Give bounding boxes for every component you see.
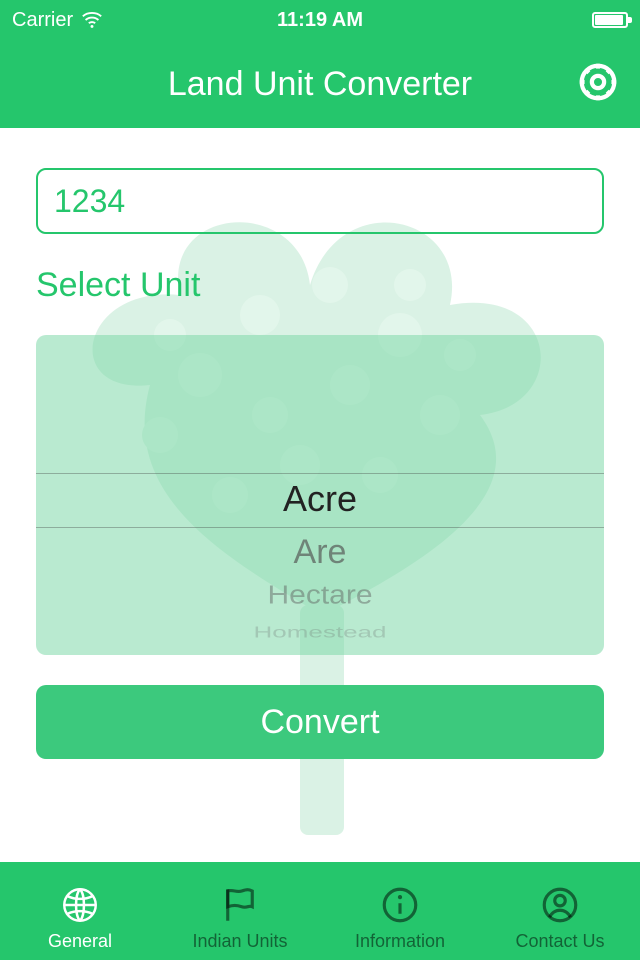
tab-label: Information (355, 931, 445, 952)
main-content: Select Unit Acre Are Hectare Homestead C… (0, 128, 640, 862)
unit-picker[interactable]: Acre Are Hectare Homestead (36, 335, 604, 655)
status-bar: Carrier 11:19 AM (0, 0, 640, 40)
tab-contact-us[interactable]: Contact Us (480, 862, 640, 960)
picker-item-selected[interactable]: Acre (36, 481, 604, 517)
convert-button[interactable]: Convert (36, 685, 604, 759)
picker-item[interactable]: Hectare (36, 583, 604, 609)
battery-icon (592, 12, 628, 28)
status-right (592, 12, 628, 28)
gear-icon (575, 59, 621, 110)
tab-label: Contact Us (515, 931, 604, 952)
picker-item[interactable]: Are (36, 535, 604, 569)
tab-general[interactable]: General (0, 862, 160, 960)
app-header: Land Unit Converter (0, 40, 640, 128)
picker-item[interactable]: Homestead (36, 624, 604, 640)
flag-icon (218, 883, 262, 927)
status-time: 11:19 AM (0, 9, 640, 32)
page-title: Land Unit Converter (168, 65, 472, 104)
person-icon (538, 883, 582, 927)
settings-button[interactable] (572, 58, 624, 110)
tab-label: Indian Units (192, 931, 287, 952)
globe-icon (58, 883, 102, 927)
value-input[interactable] (36, 168, 604, 234)
tab-information[interactable]: Information (320, 862, 480, 960)
tab-bar: General Indian Units Information (0, 862, 640, 960)
info-icon (378, 883, 422, 927)
tab-label: General (48, 931, 112, 952)
tab-indian-units[interactable]: Indian Units (160, 862, 320, 960)
select-unit-label: Select Unit (36, 266, 604, 305)
